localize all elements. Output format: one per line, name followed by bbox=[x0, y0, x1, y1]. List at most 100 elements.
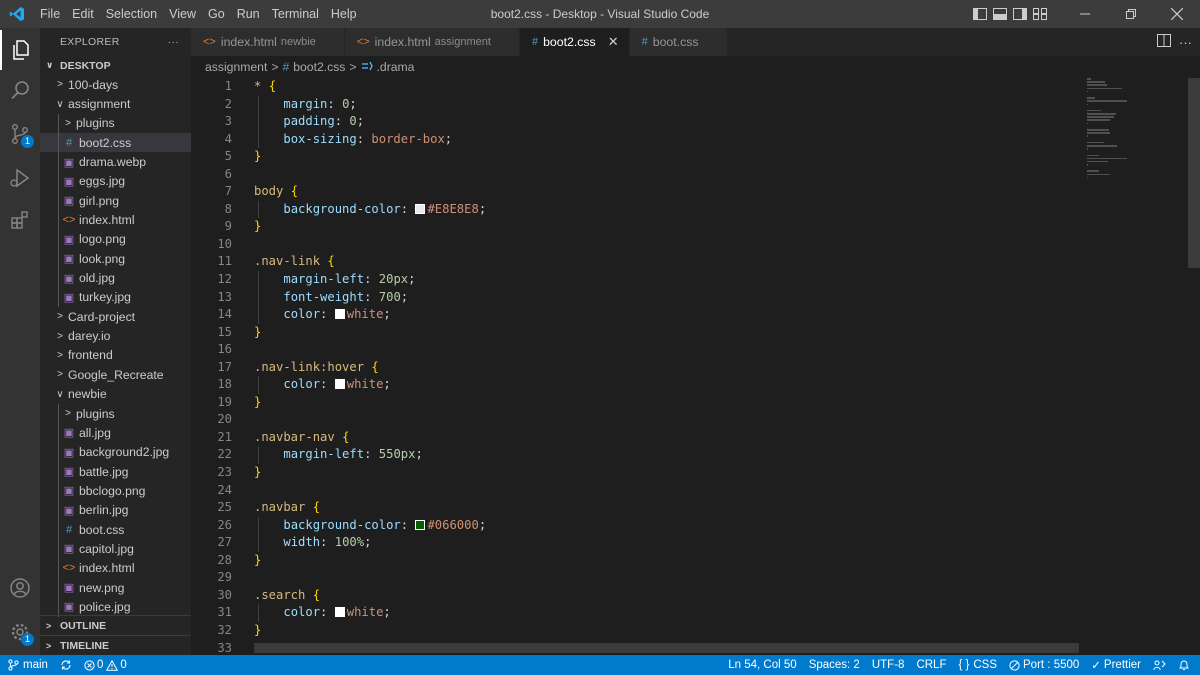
menu-file[interactable]: File bbox=[34, 0, 66, 28]
code-line[interactable] bbox=[254, 341, 1074, 359]
toggle-panel-layout-icon[interactable] bbox=[972, 7, 988, 21]
tree-file[interactable]: <> index.html bbox=[40, 210, 191, 230]
accounts-feedback-icon[interactable] bbox=[1147, 655, 1172, 675]
minimap[interactable] bbox=[1087, 78, 1187, 198]
code-line[interactable]: } bbox=[254, 622, 1074, 640]
sync-icon[interactable] bbox=[54, 655, 78, 675]
tree-folder[interactable]: > plugins bbox=[40, 403, 191, 424]
color-swatch[interactable] bbox=[334, 607, 345, 618]
editor-tab[interactable]: <> index.html assignment bbox=[344, 28, 520, 56]
toggle-bottom-panel-icon[interactable] bbox=[992, 7, 1008, 21]
breadcrumb-symbol[interactable]: .drama bbox=[377, 60, 415, 74]
tree-file[interactable]: ▣ capitol.jpg bbox=[40, 539, 191, 559]
tree-folder[interactable]: ∨ assignment bbox=[40, 94, 191, 113]
close-tab-icon[interactable]: ✕ bbox=[608, 34, 619, 50]
timeline-section-header[interactable]: > TIMELINE bbox=[40, 635, 191, 655]
code-line[interactable]: box-sizing: border-box; bbox=[254, 130, 1074, 149]
code-line[interactable] bbox=[254, 236, 1074, 254]
tree-file[interactable]: ▣ battle.jpg bbox=[40, 461, 191, 482]
tree-file[interactable]: ▣ girl.png bbox=[40, 191, 191, 211]
close-window-icon[interactable] bbox=[1154, 0, 1200, 28]
code-line[interactable]: } bbox=[254, 324, 1074, 342]
code-line[interactable]: body { bbox=[254, 183, 1074, 201]
code-line[interactable]: .nav-link:hover { bbox=[254, 359, 1074, 377]
cursor-position[interactable]: Ln 54, Col 50 bbox=[722, 655, 802, 675]
code-line[interactable] bbox=[254, 569, 1074, 587]
code-line[interactable]: color: white; bbox=[254, 604, 1074, 622]
search-icon[interactable] bbox=[0, 70, 40, 110]
more-tab-actions-icon[interactable]: ··· bbox=[1179, 35, 1192, 50]
tree-file[interactable]: ▣ new.png bbox=[40, 577, 191, 598]
tree-file[interactable]: ▣ look.png bbox=[40, 249, 191, 269]
more-actions-icon[interactable]: ··· bbox=[168, 36, 179, 48]
encoding-status[interactable]: UTF-8 bbox=[866, 655, 911, 675]
code-line[interactable]: background-color: #E8E8E8; bbox=[254, 200, 1074, 219]
minimize-icon[interactable] bbox=[1062, 0, 1108, 28]
eol-status[interactable]: CRLF bbox=[910, 655, 952, 675]
tree-folder[interactable]: > Card-project bbox=[40, 307, 191, 326]
color-swatch[interactable] bbox=[334, 309, 345, 320]
tree-folder[interactable]: > frontend bbox=[40, 346, 191, 365]
notifications-bell-icon[interactable] bbox=[1172, 655, 1200, 675]
tree-file[interactable]: <> index.html bbox=[40, 558, 191, 578]
outline-section-header[interactable]: > OUTLINE bbox=[40, 615, 191, 635]
code-line[interactable]: } bbox=[254, 218, 1074, 236]
menu-selection[interactable]: Selection bbox=[100, 0, 163, 28]
account-icon[interactable] bbox=[0, 568, 40, 608]
menu-terminal[interactable]: Terminal bbox=[266, 0, 325, 28]
indentation-status[interactable]: Spaces: 2 bbox=[803, 655, 866, 675]
code-line[interactable]: } bbox=[254, 148, 1074, 166]
toggle-secondary-sidebar-icon[interactable] bbox=[1012, 7, 1028, 21]
menu-go[interactable]: Go bbox=[202, 0, 231, 28]
menu-help[interactable]: Help bbox=[325, 0, 363, 28]
tree-file[interactable]: ▣ old.jpg bbox=[40, 268, 191, 288]
menu-view[interactable]: View bbox=[163, 0, 202, 28]
run-debug-icon[interactable] bbox=[0, 158, 40, 198]
tree-folder[interactable]: > darey.io bbox=[40, 326, 191, 345]
manage-gear-icon[interactable]: 1 bbox=[0, 612, 40, 652]
code-content[interactable]: * { margin: 0; padding: 0; box-sizing: b… bbox=[254, 78, 1074, 655]
tree-folder[interactable]: >100-days bbox=[40, 75, 191, 94]
code-line[interactable]: color: white; bbox=[254, 306, 1074, 324]
code-line[interactable]: } bbox=[254, 394, 1074, 412]
code-line[interactable]: .navbar { bbox=[254, 499, 1074, 517]
code-line[interactable]: font-weight: 700; bbox=[254, 288, 1074, 307]
tree-file[interactable]: ▣ background2.jpg bbox=[40, 442, 191, 462]
live-server-status[interactable]: Port : 5500 bbox=[1003, 655, 1085, 675]
code-line[interactable]: margin-left: 550px; bbox=[254, 446, 1074, 465]
code-line[interactable] bbox=[254, 411, 1074, 429]
tree-folder[interactable]: > Google_Recreate bbox=[40, 365, 191, 384]
tree-file[interactable]: ▣ police.jpg bbox=[40, 597, 191, 617]
source-control-icon[interactable]: 1 bbox=[0, 114, 40, 154]
horizontal-scrollbar[interactable] bbox=[254, 643, 1079, 653]
workspace-root-header[interactable]: ∨ DESKTOP bbox=[40, 56, 191, 75]
tree-file[interactable]: ▣ bbclogo.png bbox=[40, 481, 191, 501]
code-line[interactable]: .search { bbox=[254, 587, 1074, 605]
problems-status[interactable]: 0 0 bbox=[78, 655, 133, 675]
code-line[interactable]: margin-left: 20px; bbox=[254, 271, 1074, 289]
restore-icon[interactable] bbox=[1108, 0, 1154, 28]
breadcrumb-folder[interactable]: assignment bbox=[205, 60, 267, 74]
code-line[interactable]: .nav-link { bbox=[254, 253, 1074, 271]
branch-status[interactable]: main bbox=[0, 655, 54, 675]
code-line[interactable]: width: 100%; bbox=[254, 534, 1074, 552]
color-swatch[interactable] bbox=[415, 519, 426, 530]
code-line[interactable]: color: white; bbox=[254, 376, 1074, 394]
vertical-scrollbar[interactable] bbox=[1188, 78, 1200, 268]
editor-tab[interactable]: <> index.html newbie bbox=[191, 28, 345, 56]
code-line[interactable]: padding: 0; bbox=[254, 113, 1074, 131]
code-line[interactable]: .navbar-nav { bbox=[254, 429, 1074, 447]
tree-file[interactable]: ▣ berlin.jpg bbox=[40, 500, 191, 520]
code-line[interactable] bbox=[254, 482, 1074, 500]
customize-layout-icon[interactable] bbox=[1032, 7, 1048, 21]
breadcrumb-file[interactable]: boot2.css bbox=[293, 60, 345, 74]
split-editor-icon[interactable] bbox=[1157, 34, 1171, 50]
tree-file[interactable]: ▣ drama.webp bbox=[40, 152, 191, 172]
tree-file[interactable]: ▣ turkey.jpg bbox=[40, 287, 191, 308]
tree-folder[interactable]: > plugins bbox=[40, 113, 191, 134]
color-swatch[interactable] bbox=[415, 203, 426, 214]
menu-run[interactable]: Run bbox=[231, 0, 266, 28]
code-line[interactable]: } bbox=[254, 552, 1074, 570]
explorer-icon[interactable] bbox=[0, 30, 40, 70]
extensions-icon[interactable] bbox=[0, 200, 40, 240]
